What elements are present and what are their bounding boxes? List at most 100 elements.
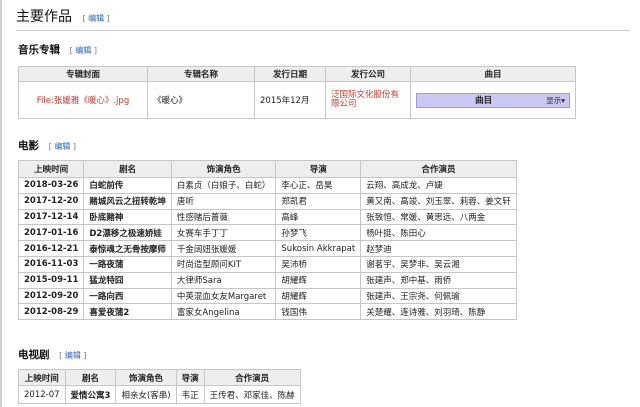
- film-cast: 张致恒、常媛、黄思远、八两金: [360, 208, 517, 226]
- table-row: 2012-09-20 一路向西 中英混血女友Margaret 胡耀辉 张建声、王…: [17, 287, 517, 305]
- tv-director: 韦正: [175, 385, 205, 404]
- film-date: 2018-03-26: [17, 177, 85, 194]
- header-tracks: 曲目: [410, 66, 576, 82]
- table-row: 2016-12-21 泰惊魂之无骨按摩师 千金阔妞张媛媛 Sukosin Akk…: [17, 240, 517, 257]
- film-date: 2016-12-21: [17, 240, 85, 257]
- tv-role: 相亲女(客串): [115, 385, 177, 404]
- tv-edit-link[interactable]: 编辑: [65, 351, 81, 360]
- music-edit-link[interactable]: 编辑: [75, 46, 91, 55]
- film-date: 2012-09-20: [17, 287, 85, 305]
- music-section-title: 音乐专辑: [18, 44, 60, 56]
- table-row: 2012-07 爱情公寓3 相亲女(客串) 韦正 王传君、邓家佳、陈赫: [18, 385, 301, 404]
- film-cast: 关楚耀、连诗雅、刘羽琦、陈静: [360, 303, 517, 321]
- film-cast: 杨叶挺、陈田心: [360, 224, 517, 242]
- music-header-row: 专辑封面 专辑名称 发行日期 发行公司 曲目: [18, 66, 576, 82]
- tracks-show-toggle[interactable]: 显示▾: [546, 95, 565, 106]
- table-row: 2017-12-14 卧底赌神 性感赌后蔷薇 高峰 张致恒、常媛、黄思远、八两金: [17, 208, 517, 226]
- film-cast: 张建声、郑中基、雨侨: [360, 271, 517, 289]
- film-date: 2015-09-11: [17, 271, 85, 289]
- table-row: 2018-03-26 白蛇前传 白素贞（白娘子、白蛇） 李心正、岳昊 云翔、高成…: [17, 177, 517, 194]
- film-cast: 赵梦迪: [360, 240, 517, 257]
- album-date: 2015年12月: [254, 81, 326, 119]
- music-edit: [ 编辑 ]: [69, 46, 97, 55]
- header-cast: 合作演员: [203, 369, 301, 386]
- film-title[interactable]: 赌城风云之扭转乾坤: [83, 192, 172, 210]
- film-title[interactable]: 卧底赌神: [83, 208, 172, 226]
- film-title[interactable]: 一路向西: [83, 287, 172, 305]
- film-table: 上映时间 剧名 饰演角色 导演 合作演员 2018-03-26 白蛇前传 白素贞…: [17, 160, 517, 321]
- film-role: 白素贞（白娘子、白蛇）: [170, 177, 277, 194]
- film-role: 千金阔妞张媛媛: [170, 240, 277, 257]
- film-director: 郑凯君: [275, 192, 362, 210]
- header-director: 导演: [175, 369, 205, 386]
- music-row: File:张媛雅《暖心》.jpg 《暖心》 2015年12月 泛国际文化股份有限…: [18, 81, 576, 119]
- header-director: 导演: [275, 160, 362, 178]
- page-title: 主要作品 [ 编辑 ]: [16, 6, 630, 31]
- header-release-date: 发行日期: [254, 66, 326, 82]
- tv-title[interactable]: 爱情公寓3: [64, 385, 117, 404]
- film-cast: 黄又南、高竣、刘玉翠、莉蓉、姜文轩: [360, 192, 517, 210]
- header-role: 饰演角色: [170, 160, 277, 178]
- film-role: 时尚造型顾问KIT: [170, 255, 277, 273]
- tracks-collapsible[interactable]: 曲目 显示▾: [416, 92, 570, 108]
- film-director: 钱国伟: [275, 303, 362, 321]
- film-header-row: 上映时间 剧名 饰演角色 导演 合作演员: [17, 160, 517, 178]
- table-row: 2017-12-20 赌城风云之扭转乾坤 唐听 郑凯君 黄又南、高竣、刘玉翠、莉…: [17, 192, 517, 210]
- page-title-text: 主要作品: [16, 9, 72, 25]
- film-cast: 张建声、王宗尧、何佩瑜: [360, 287, 517, 305]
- table-row: 2017-01-16 D2漂移之极速娇娃 女赛车手丁丁 孙梦飞 杨叶挺、陈田心: [17, 224, 517, 242]
- film-section-title: 电影: [18, 140, 39, 152]
- film-title[interactable]: D2漂移之极速娇娃: [83, 224, 172, 242]
- table-row: 2012-08-29 喜爱夜蒲2 富家女Angelina 钱国伟 关楚耀、连诗雅…: [17, 303, 517, 321]
- film-director: Sukosin Akkrapat: [275, 240, 362, 257]
- tv-date: 2012-07: [18, 385, 66, 404]
- header-cover: 专辑封面: [18, 66, 148, 82]
- tv-edit: [ 编辑 ]: [59, 351, 87, 360]
- film-director: 胡耀辉: [275, 271, 362, 289]
- film-director: 孙梦飞: [275, 224, 362, 242]
- table-row: 2016-11-03 一路夜蒲 时尚造型顾问KIT 吴沛桥 谢茗宇、吴梦非、吴云…: [17, 255, 517, 273]
- film-title[interactable]: 白蛇前传: [83, 177, 172, 194]
- header-release-time: 上映时间: [18, 369, 66, 386]
- music-table: 专辑封面 专辑名称 发行日期 发行公司 曲目 File:张媛雅《暖心》.jpg …: [18, 66, 576, 119]
- film-title[interactable]: 泰惊魂之无骨按摩师: [83, 240, 172, 257]
- film-director: 吴沛桥: [275, 255, 362, 273]
- header-title: 剧名: [64, 369, 117, 386]
- header-title: 剧名: [83, 160, 172, 178]
- film-role: 性感赌后蔷薇: [170, 208, 277, 226]
- header-company: 发行公司: [325, 66, 411, 82]
- film-title[interactable]: 猛龙特囧: [83, 271, 172, 289]
- tv-header-row: 上映时间 剧名 饰演角色 导演 合作演员: [18, 369, 301, 386]
- film-cast: 云翔、高成龙、卢婕: [360, 177, 517, 194]
- film-date: 2012-08-29: [17, 303, 85, 321]
- film-edit-link[interactable]: 编辑: [54, 142, 70, 151]
- album-name: 《暖心》: [147, 81, 255, 119]
- edit-link[interactable]: 编辑: [88, 14, 104, 23]
- header-cast: 合作演员: [360, 160, 517, 178]
- page-title-edit: [ 编辑 ]: [82, 14, 110, 23]
- film-role: 唐听: [170, 192, 277, 210]
- music-section-heading: 音乐专辑 [ 编辑 ]: [18, 42, 97, 57]
- film-role: 中英混血女友Margaret: [170, 287, 277, 305]
- header-release-time: 上映时间: [17, 160, 85, 178]
- film-date: 2017-12-20: [17, 192, 85, 210]
- film-date: 2016-11-03: [17, 255, 85, 273]
- header-role: 饰演角色: [115, 369, 177, 386]
- table-row: 2015-09-11 猛龙特囧 大律师Sara 胡耀辉 张建声、郑中基、雨侨: [17, 271, 517, 289]
- page-frame: 主要作品 [ 编辑 ] 音乐专辑 [ 编辑 ] 专辑封面 专辑名称 发行日期 发…: [0, 0, 640, 407]
- film-title[interactable]: 喜爱夜蒲2: [83, 303, 172, 321]
- album-cover-link[interactable]: File:张媛雅《暖心》.jpg: [18, 81, 148, 119]
- tv-section-title: 电视剧: [18, 349, 50, 361]
- film-date: 2017-12-14: [17, 208, 85, 226]
- tv-section-heading: 电视剧 [ 编辑 ]: [18, 347, 87, 362]
- film-title[interactable]: 一路夜蒲: [83, 255, 172, 273]
- tracks-label: 曲目: [475, 96, 493, 106]
- album-company-link[interactable]: 泛国际文化股份有限公司: [325, 81, 411, 119]
- tracks-cell: 曲目 显示▾: [410, 81, 576, 119]
- tv-cast: 王传君、邓家佳、陈赫: [203, 385, 301, 404]
- film-cast: 谢茗宇、吴梦非、吴云湘: [360, 255, 517, 273]
- header-album-name: 专辑名称: [147, 66, 255, 82]
- film-director: 李心正、岳昊: [275, 177, 362, 194]
- film-date: 2017-01-16: [17, 224, 85, 242]
- film-director: 胡耀辉: [275, 287, 362, 305]
